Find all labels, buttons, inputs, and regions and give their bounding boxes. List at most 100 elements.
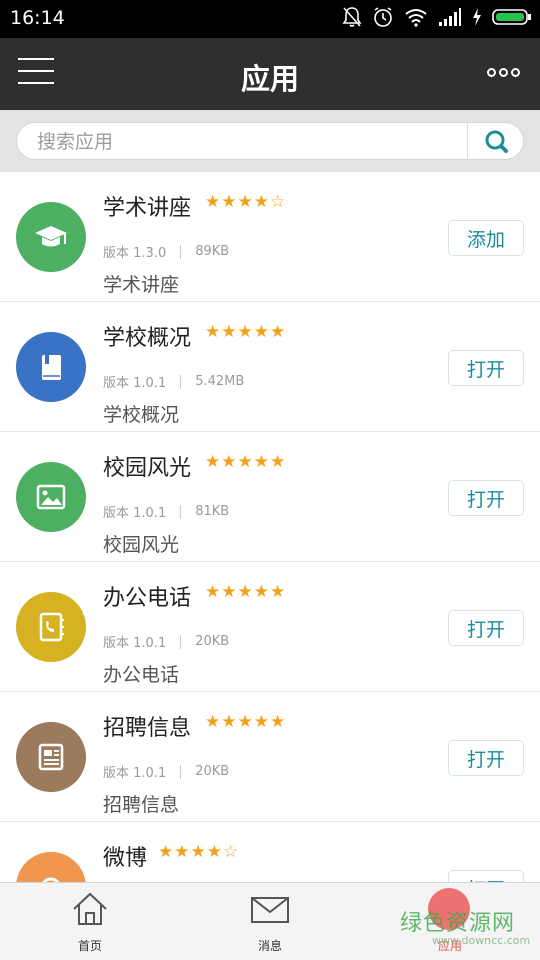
star-filled-icon: ★: [237, 452, 253, 472]
meta-separator: [180, 504, 182, 519]
app-version: 版本 1.0.1: [103, 636, 167, 651]
app-version: 版本 1.0.1: [103, 376, 167, 391]
search-bar: [0, 110, 540, 172]
app-name: 学校概况: [103, 326, 192, 351]
meta-separator: [180, 244, 182, 259]
rating-stars: ★ ★ ★ ★ ☆: [158, 844, 238, 861]
more-dot-icon: [511, 68, 520, 77]
star-filled-icon: ★: [270, 712, 286, 732]
rating-stars: ★ ★ ★ ★ ☆: [205, 194, 285, 211]
star-filled-icon: ★: [205, 322, 221, 342]
star-filled-icon: ★: [237, 192, 253, 212]
app-icon-circle: [16, 202, 86, 272]
star-filled-icon: ★: [237, 322, 253, 342]
meta-separator: [180, 764, 182, 779]
star-filled-icon: ★: [221, 712, 237, 732]
weibo-icon: [42, 877, 60, 882]
app-size: 20KB: [195, 764, 230, 779]
star-filled-icon: ★: [253, 452, 269, 472]
nav-item-home[interactable]: 首页: [0, 883, 180, 960]
rating-stars: ★ ★ ★ ★ ★: [205, 454, 285, 471]
mail-icon: [251, 897, 289, 923]
search-button[interactable]: [469, 123, 525, 161]
star-filled-icon: ★: [205, 712, 221, 732]
app-version: 版本 1.0.1: [103, 506, 167, 521]
app-description: 招聘信息: [103, 794, 180, 816]
add-button[interactable]: 添加: [448, 220, 524, 256]
phonebook-icon: [39, 612, 64, 642]
list-item[interactable]: 招聘信息 ★ ★ ★ ★ ★ 版本 1.0.1 20KB 招聘信息 打开: [0, 692, 540, 822]
open-button[interactable]: 打开: [448, 480, 524, 516]
star-filled-icon: ★: [158, 842, 174, 862]
app-meta: 版本 1.0.1 5.42MB: [103, 372, 244, 391]
app-size: 20KB: [195, 634, 230, 649]
app-icon-circle: [16, 722, 86, 792]
app-size: 5.42MB: [195, 374, 245, 389]
star-filled-icon: ★: [237, 712, 253, 732]
more-dot-icon: [487, 68, 496, 77]
star-filled-icon: ★: [253, 322, 269, 342]
star-filled-icon: ★: [205, 582, 221, 602]
mute-notification-icon: [342, 7, 362, 27]
meta-separator: [180, 634, 182, 649]
star-filled-icon: ★: [270, 452, 286, 472]
app-name: 学术讲座: [103, 196, 192, 221]
watermark: 绿色资源网: [400, 911, 516, 936]
page-title: 应用: [240, 62, 299, 96]
app-meta: 版本 1.3.0 89KB: [103, 242, 229, 261]
search-box: [16, 122, 525, 161]
nav-label: 首页: [77, 939, 102, 953]
app-name: 校园风光: [103, 456, 192, 481]
signal-icon: [439, 8, 461, 26]
meta-separator: [180, 374, 182, 389]
list-item[interactable]: 微博 ★★★★☆ 打开: [0, 822, 540, 882]
star-filled-icon: ★: [221, 452, 237, 472]
list-item[interactable]: 学术讲座 ★ ★ ★ ★ ☆ 版本 1.3.0 89KB 学术讲座 添加: [0, 172, 540, 302]
watermark-url: www.downcc.com: [432, 934, 531, 947]
star-filled-icon: ★: [205, 452, 221, 472]
alarm-icon: [374, 7, 392, 27]
graduation-cap-icon: [35, 226, 67, 247]
app-icon-circle: [16, 462, 86, 532]
more-options-button[interactable]: [487, 68, 520, 77]
home-icon: [73, 892, 107, 925]
search-divider: [467, 123, 468, 161]
star-filled-icon: ★: [253, 712, 269, 732]
open-button[interactable]: 打开: [448, 610, 524, 646]
star-filled-icon: ★: [221, 322, 237, 342]
list-item[interactable]: 学校概况 ★ ★ ★ ★ ★ 版本 1.0.1 5.42MB 学校概况 打开: [0, 302, 540, 432]
app-icon-circle: [16, 852, 86, 882]
app-name: 微博: [103, 846, 148, 871]
app-name: 招聘信息: [103, 716, 192, 741]
book-icon: [42, 355, 61, 380]
app-list: 学术讲座 ★ ★ ★ ★ ☆ 版本 1.3.0 89KB 学术讲座 添加 学校概况 ★ ★…: [0, 172, 540, 882]
rating-stars: ★ ★ ★ ★ ★: [205, 714, 285, 731]
star-filled-icon: ★: [270, 322, 286, 342]
star-filled-icon: ★: [205, 192, 221, 212]
search-icon: [485, 130, 508, 153]
search-input[interactable]: [37, 128, 457, 156]
nav-item-messages[interactable]: 消息: [180, 883, 360, 960]
app-icon-circle: [16, 592, 86, 662]
star-filled-icon: ★: [253, 582, 269, 602]
rating-stars: ★ ★ ★ ★ ★: [205, 324, 285, 341]
star-filled-icon: ★: [174, 842, 190, 862]
list-item[interactable]: 办公电话 ★ ★ ★ ★ ★ 版本 1.0.1 20KB 办公电话 打开: [0, 562, 540, 692]
open-button[interactable]: 打开: [448, 740, 524, 776]
status-time: 16:14: [10, 7, 65, 29]
app-bar: 应用: [0, 38, 540, 110]
more-dot-icon: [499, 68, 508, 77]
list-item[interactable]: 校园风光 ★ ★ ★ ★ ★ 版本 1.0.1 81KB 校园风光 打开: [0, 432, 540, 562]
app-description: 学术讲座: [103, 274, 180, 296]
status-icons: [342, 6, 532, 28]
app-description: 学校概况: [103, 404, 180, 426]
wifi-icon: [405, 9, 427, 27]
star-filled-icon: ★: [237, 582, 253, 602]
open-button[interactable]: 打开: [448, 870, 524, 882]
open-button[interactable]: 打开: [448, 350, 524, 386]
star-filled-icon: ★: [221, 192, 237, 212]
app-description: 办公电话: [103, 664, 180, 686]
app-version: 版本 1.0.1: [103, 766, 167, 781]
star-filled-icon: ★: [221, 582, 237, 602]
battery-icon: [492, 9, 531, 25]
